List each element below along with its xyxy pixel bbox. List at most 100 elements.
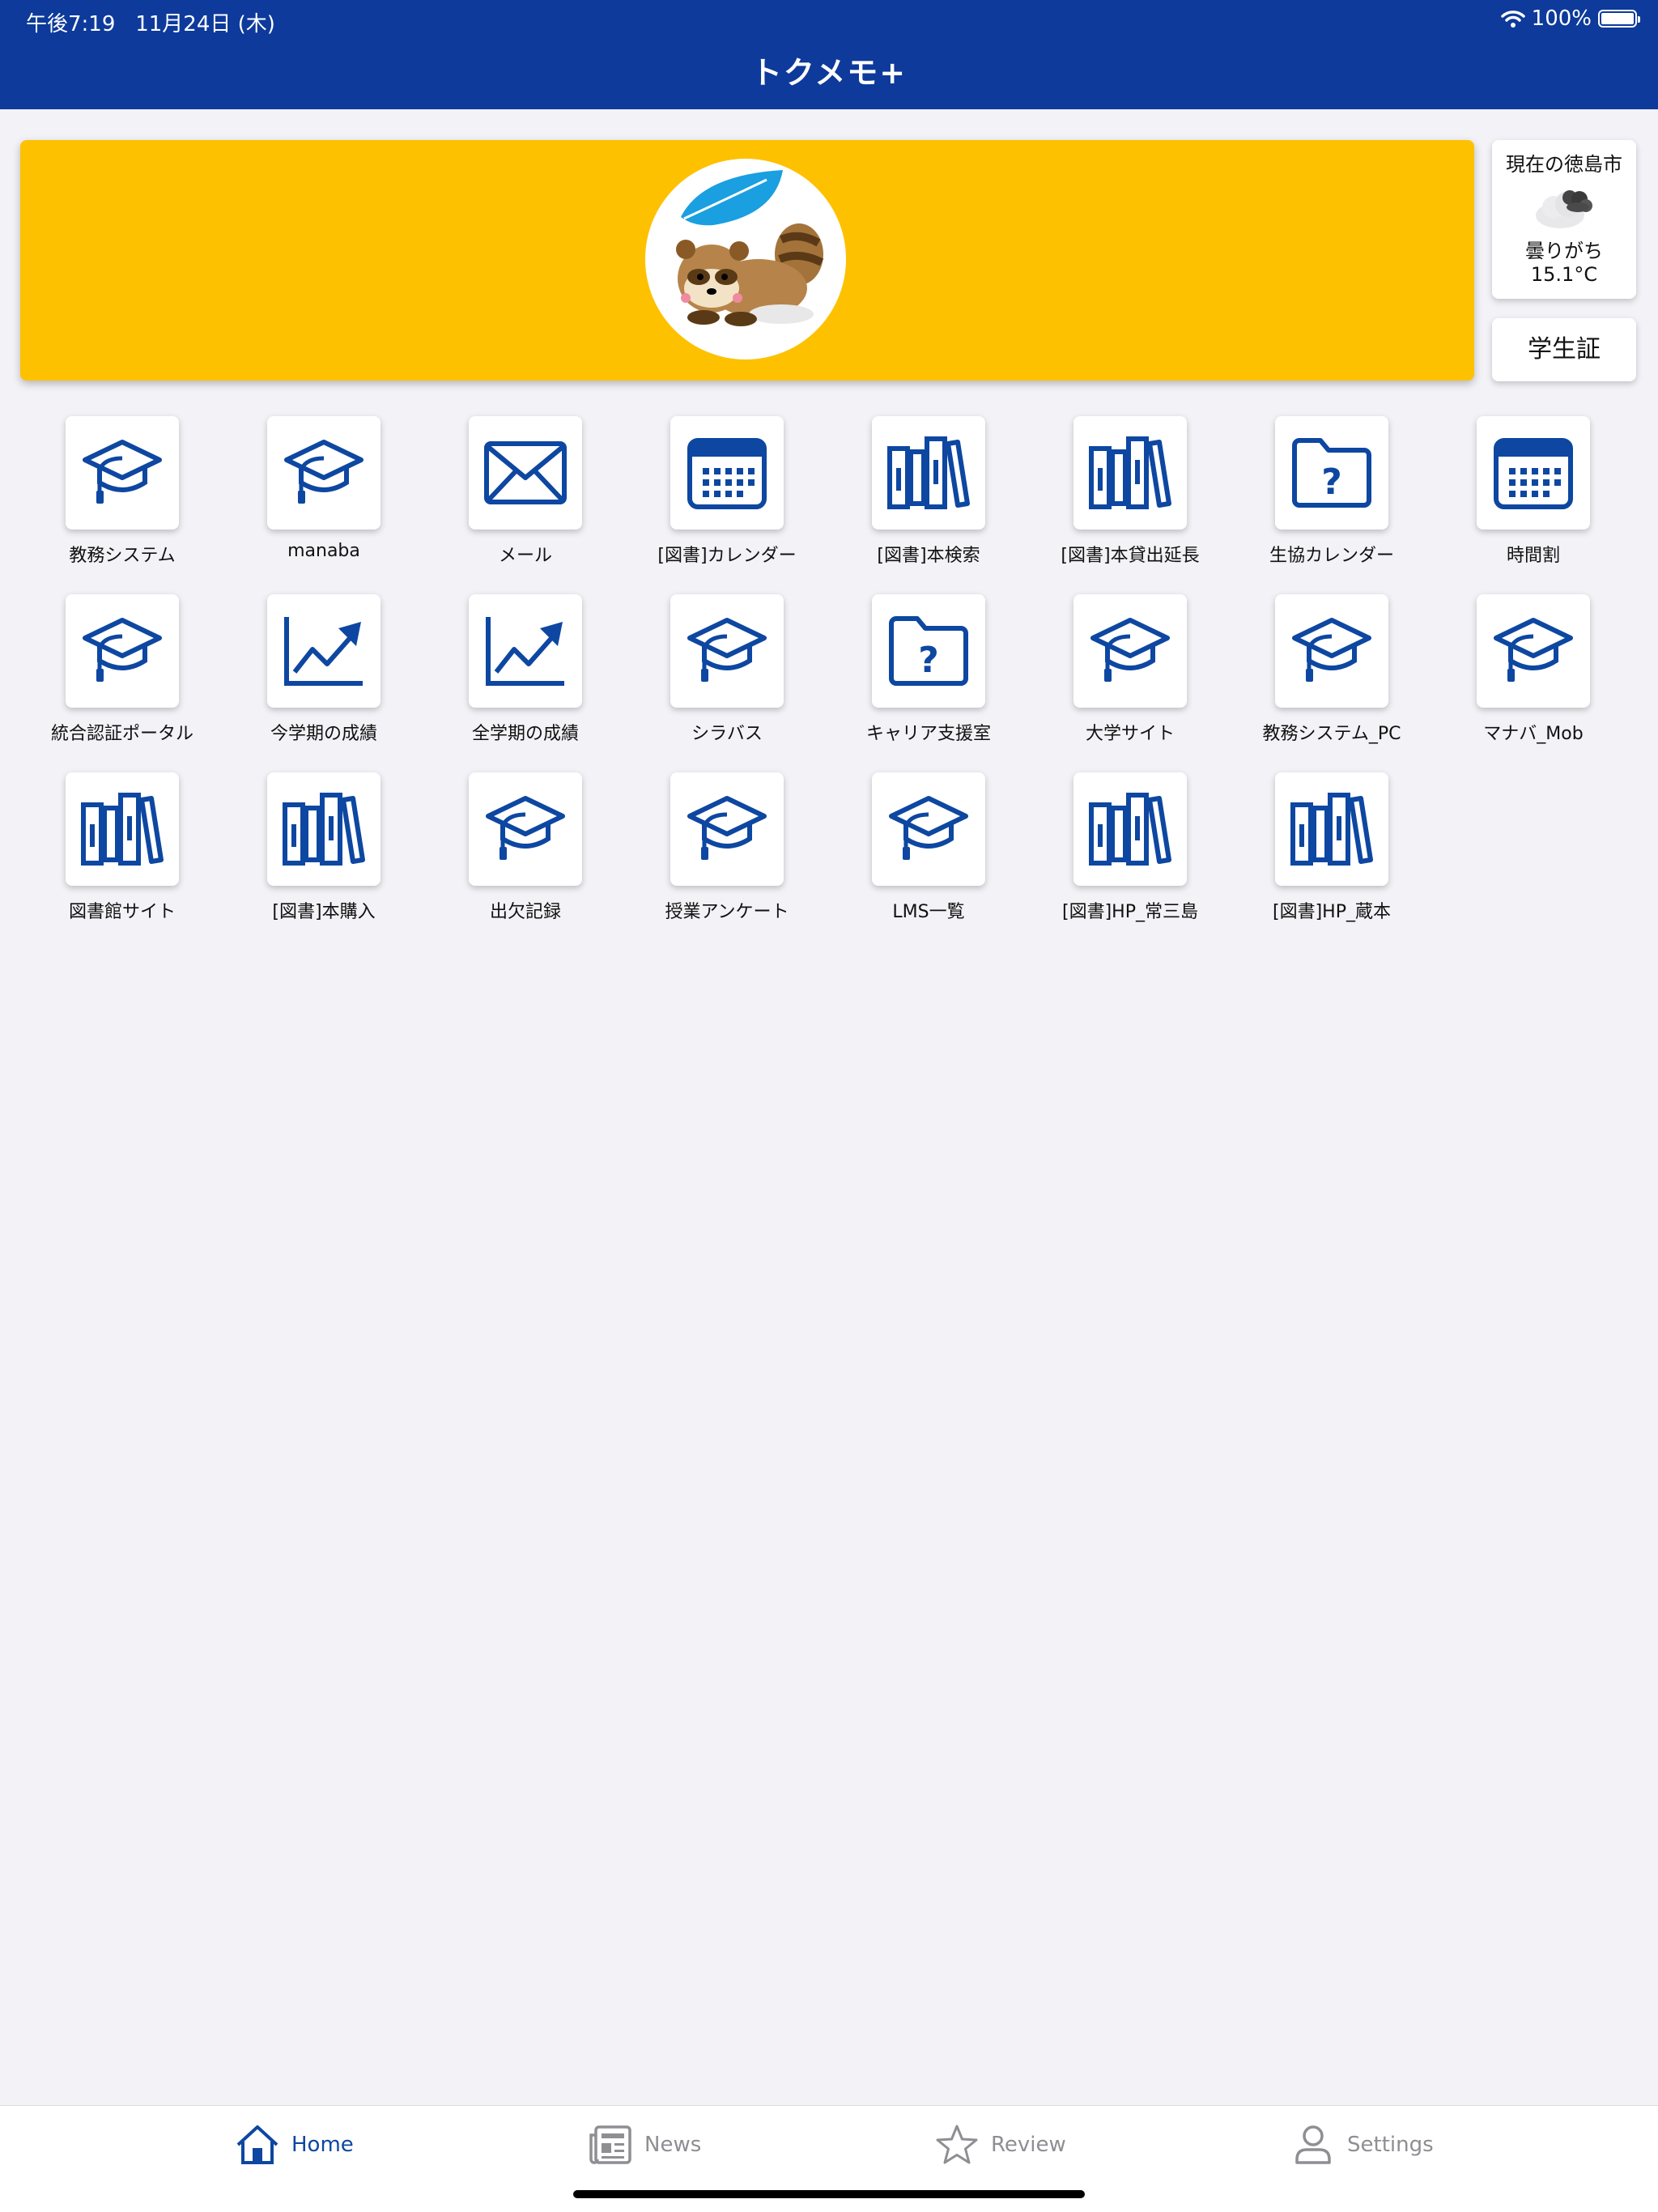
mascot-banner: [20, 140, 1474, 381]
app-tile[interactable]: メール: [428, 416, 623, 567]
wifi-icon: [1500, 11, 1525, 28]
app-tile[interactable]: [図書]本購入: [227, 772, 421, 923]
app-label: 図書館サイト: [68, 902, 176, 922]
home-icon: [236, 2125, 278, 2164]
app-tile[interactable]: 出欠記録: [428, 772, 623, 923]
trend-chart-icon: [469, 594, 582, 708]
app-label: [図書]HP_蔵本: [1273, 902, 1391, 922]
weather-condition: 曇りがち: [1525, 240, 1603, 262]
app-label: [図書]本貸出延長: [1061, 546, 1200, 566]
cloud-icon: [1528, 183, 1601, 232]
app-label: [図書]HP_常三島: [1062, 902, 1198, 922]
nav-bar: トクメモ+: [0, 40, 1658, 109]
graduation-cap-icon: [469, 772, 582, 886]
graduation-cap-icon: [267, 416, 380, 530]
books-icon: [267, 772, 380, 886]
app-tile[interactable]: 統合認証ポータル: [25, 594, 219, 745]
status-bar: 午後7:19 11月24日 (木) 100%: [0, 0, 1658, 40]
app-label: 今学期の成績: [270, 724, 377, 744]
graduation-cap-icon: [66, 594, 179, 708]
app-label: 生協カレンダー: [1269, 546, 1394, 566]
home-indicator: [573, 2190, 1085, 2198]
status-right: 100%: [1500, 6, 1640, 31]
status-time: 午後7:19 11月24日 (木): [26, 12, 275, 36]
calendar-icon: [1477, 416, 1590, 530]
app-tile[interactable]: [図書]本貸出延長: [1033, 416, 1227, 567]
app-label: 教務システム_PC: [1262, 724, 1401, 744]
app-tile[interactable]: [図書]カレンダー: [630, 416, 824, 567]
app-tile[interactable]: ? 生協カレンダー: [1235, 416, 1429, 567]
app-label: LMS一覧: [892, 902, 965, 922]
student-id-button[interactable]: 学生証: [1492, 318, 1636, 381]
battery-icon: [1598, 10, 1640, 28]
app-tile[interactable]: 教務システム_PC: [1235, 594, 1429, 745]
weather-temperature: 15.1°C: [1530, 263, 1598, 286]
person-icon: [1295, 2125, 1331, 2164]
mail-icon: [469, 416, 582, 530]
newspaper-icon: [589, 2125, 631, 2164]
tab-settings-label: Settings: [1347, 2133, 1434, 2157]
app-tile[interactable]: 時間割: [1436, 416, 1630, 567]
mascot-image: [645, 159, 846, 359]
app-label: 教務システム: [69, 546, 176, 566]
app-tile[interactable]: 大学サイト: [1033, 594, 1227, 745]
trend-chart-icon: [267, 594, 380, 708]
app-tile[interactable]: 今学期の成績: [227, 594, 421, 745]
app-tile[interactable]: 教務システム: [25, 416, 219, 567]
tab-home-label: Home: [291, 2133, 354, 2157]
app-label: [図書]本検索: [877, 546, 980, 566]
app-label: 全学期の成績: [471, 724, 579, 744]
graduation-cap-icon: [670, 594, 784, 708]
app-tile[interactable]: シラバス: [630, 594, 824, 745]
books-icon: [1275, 772, 1388, 886]
app-tile[interactable]: ? キャリア支援室: [831, 594, 1026, 745]
app-label: 統合認証ポータル: [50, 724, 193, 744]
app-label: [図書]カレンダー: [657, 546, 797, 566]
weather-card[interactable]: 現在の徳島市 曇りがち 15.1°C: [1492, 140, 1636, 299]
svg-text:?: ?: [1321, 462, 1342, 503]
app-tile[interactable]: LMS一覧: [831, 772, 1026, 923]
books-icon: [872, 416, 985, 530]
app-label: マナバ_Mob: [1483, 724, 1584, 744]
tab-news[interactable]: News: [588, 2124, 701, 2166]
app-label: 授業アンケート: [665, 902, 789, 922]
graduation-cap-icon: [1477, 594, 1590, 708]
app-tile[interactable]: [図書]本検索: [831, 416, 1026, 567]
app-label: manaba: [287, 541, 360, 561]
app-label: シラバス: [691, 724, 763, 744]
books-icon: [1073, 416, 1187, 530]
graduation-cap-icon: [66, 416, 179, 530]
tab-review[interactable]: Review: [934, 2124, 1066, 2166]
battery-percent: 100%: [1531, 6, 1592, 31]
graduation-cap-icon: [1275, 594, 1388, 708]
app-tile[interactable]: 全学期の成績: [428, 594, 623, 745]
app-label: メール: [498, 546, 552, 566]
graduation-cap-icon: [872, 772, 985, 886]
app-tile[interactable]: [図書]HP_蔵本: [1235, 772, 1429, 923]
app-label: 大学サイト: [1085, 724, 1175, 744]
svg-text:?: ?: [918, 640, 939, 681]
tab-home[interactable]: Home: [235, 2124, 354, 2166]
app-tile[interactable]: 授業アンケート: [630, 772, 824, 923]
books-icon: [1073, 772, 1187, 886]
app-label: [図書]本購入: [272, 902, 376, 922]
app-tile[interactable]: [図書]HP_常三島: [1033, 772, 1227, 923]
graduation-cap-icon: [670, 772, 784, 886]
page-title: トクメモ+: [750, 55, 908, 91]
tab-review-label: Review: [991, 2133, 1066, 2157]
calendar-icon: [670, 416, 784, 530]
star-icon: [936, 2125, 978, 2164]
app-label: キャリア支援室: [865, 724, 991, 744]
app-tile[interactable]: manaba: [227, 416, 421, 561]
tab-settings[interactable]: Settings: [1290, 2124, 1434, 2166]
app-label: 時間割: [1506, 546, 1560, 566]
help-folder-icon: ?: [872, 594, 985, 708]
app-label: 出欠記録: [489, 902, 561, 922]
graduation-cap-icon: [1073, 594, 1187, 708]
app-tile[interactable]: 図書館サイト: [25, 772, 219, 923]
help-folder-icon: ?: [1275, 416, 1388, 530]
books-icon: [66, 772, 179, 886]
tab-news-label: News: [644, 2133, 702, 2157]
weather-city: 現在の徳島市: [1506, 153, 1622, 176]
app-tile[interactable]: マナバ_Mob: [1436, 594, 1630, 745]
